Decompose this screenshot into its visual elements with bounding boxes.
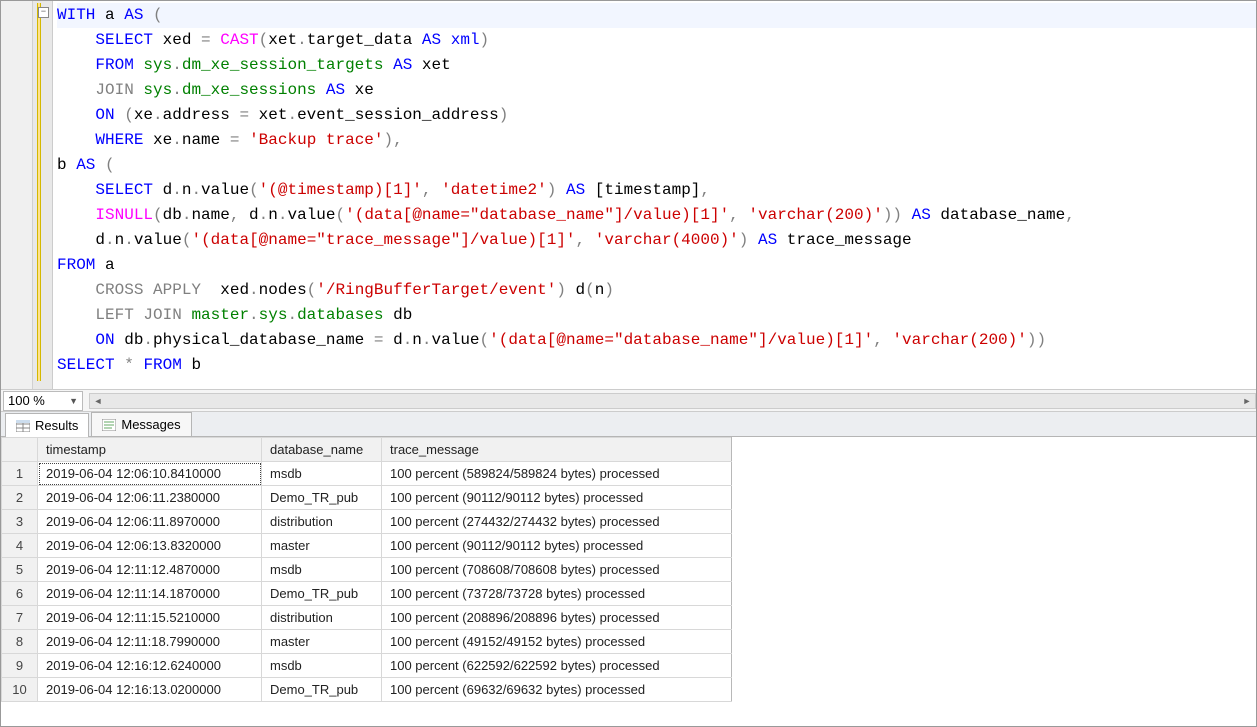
results-tabs: Results Messages: [1, 411, 1256, 437]
row-number[interactable]: 1: [2, 462, 38, 486]
execution-marker: [37, 3, 41, 381]
table-row[interactable]: 72019-06-04 12:11:15.5210000distribution…: [2, 606, 732, 630]
table-row[interactable]: 52019-06-04 12:11:12.4870000msdb100 perc…: [2, 558, 732, 582]
row-number[interactable]: 5: [2, 558, 38, 582]
row-number[interactable]: 2: [2, 486, 38, 510]
editor-gutter: −: [1, 1, 53, 389]
cell[interactable]: 100 percent (49152/49152 bytes) processe…: [382, 630, 732, 654]
tab-messages-label: Messages: [121, 417, 180, 432]
zoom-dropdown[interactable]: 100 % ▼: [3, 391, 83, 411]
horizontal-scrollbar[interactable]: ◄ ►: [89, 393, 1256, 409]
cell[interactable]: 100 percent (208896/208896 bytes) proces…: [382, 606, 732, 630]
cell[interactable]: 2019-06-04 12:06:13.8320000: [38, 534, 262, 558]
cell[interactable]: 100 percent (90112/90112 bytes) processe…: [382, 486, 732, 510]
cell[interactable]: 100 percent (274432/274432 bytes) proces…: [382, 510, 732, 534]
cell[interactable]: msdb: [262, 462, 382, 486]
cell[interactable]: Demo_TR_pub: [262, 678, 382, 702]
cell[interactable]: 100 percent (589824/589824 bytes) proces…: [382, 462, 732, 486]
grid-corner: [2, 438, 38, 462]
code-text[interactable]: WITH a AS ( SELECT xed = CAST(xet.target…: [53, 1, 1256, 389]
tab-results-label: Results: [35, 418, 78, 433]
results-grid[interactable]: timestampdatabase_nametrace_message 1201…: [1, 437, 1256, 726]
cell[interactable]: 2019-06-04 12:11:15.5210000: [38, 606, 262, 630]
chevron-down-icon: ▼: [69, 396, 78, 406]
zoom-bar: 100 % ▼ ◄ ►: [1, 389, 1256, 411]
cell[interactable]: 2019-06-04 12:06:11.2380000: [38, 486, 262, 510]
table-row[interactable]: 32019-06-04 12:06:11.8970000distribution…: [2, 510, 732, 534]
cell[interactable]: 2019-06-04 12:06:11.8970000: [38, 510, 262, 534]
cell[interactable]: 100 percent (622592/622592 bytes) proces…: [382, 654, 732, 678]
table-row[interactable]: 22019-06-04 12:06:11.2380000Demo_TR_pub1…: [2, 486, 732, 510]
row-number[interactable]: 4: [2, 534, 38, 558]
code-editor[interactable]: − WITH a AS ( SELECT xed = CAST(xet.targ…: [1, 1, 1256, 389]
cell[interactable]: 2019-06-04 12:16:12.6240000: [38, 654, 262, 678]
scroll-left-icon[interactable]: ◄: [90, 394, 106, 408]
row-number[interactable]: 9: [2, 654, 38, 678]
row-number[interactable]: 7: [2, 606, 38, 630]
cell[interactable]: distribution: [262, 510, 382, 534]
cell[interactable]: distribution: [262, 606, 382, 630]
cell[interactable]: Demo_TR_pub: [262, 582, 382, 606]
cell[interactable]: 2019-06-04 12:11:12.4870000: [38, 558, 262, 582]
zoom-value: 100 %: [8, 393, 45, 408]
column-header[interactable]: trace_message: [382, 438, 732, 462]
cell[interactable]: 100 percent (69632/69632 bytes) processe…: [382, 678, 732, 702]
fold-toggle-icon[interactable]: −: [38, 7, 49, 18]
table-row[interactable]: 102019-06-04 12:16:13.0200000Demo_TR_pub…: [2, 678, 732, 702]
table-row[interactable]: 92019-06-04 12:16:12.6240000msdb100 perc…: [2, 654, 732, 678]
messages-icon: [102, 419, 116, 431]
cell[interactable]: master: [262, 534, 382, 558]
cell[interactable]: msdb: [262, 654, 382, 678]
row-number[interactable]: 6: [2, 582, 38, 606]
table-row[interactable]: 82019-06-04 12:11:18.7990000master100 pe…: [2, 630, 732, 654]
grid-icon: [16, 420, 30, 432]
tab-results[interactable]: Results: [5, 413, 89, 437]
table-row[interactable]: 12019-06-04 12:06:10.8410000msdb100 perc…: [2, 462, 732, 486]
row-number[interactable]: 8: [2, 630, 38, 654]
cell[interactable]: 100 percent (73728/73728 bytes) processe…: [382, 582, 732, 606]
cell[interactable]: 2019-06-04 12:16:13.0200000: [38, 678, 262, 702]
cell[interactable]: 2019-06-04 12:11:14.1870000: [38, 582, 262, 606]
cell[interactable]: msdb: [262, 558, 382, 582]
cell[interactable]: 2019-06-04 12:06:10.8410000: [38, 462, 262, 486]
tab-messages[interactable]: Messages: [91, 412, 191, 436]
table-row[interactable]: 62019-06-04 12:11:14.1870000Demo_TR_pub1…: [2, 582, 732, 606]
cell[interactable]: Demo_TR_pub: [262, 486, 382, 510]
table-row[interactable]: 42019-06-04 12:06:13.8320000master100 pe…: [2, 534, 732, 558]
row-number[interactable]: 3: [2, 510, 38, 534]
row-number[interactable]: 10: [2, 678, 38, 702]
cell[interactable]: master: [262, 630, 382, 654]
cell[interactable]: 100 percent (708608/708608 bytes) proces…: [382, 558, 732, 582]
column-header[interactable]: timestamp: [38, 438, 262, 462]
cell[interactable]: 2019-06-04 12:11:18.7990000: [38, 630, 262, 654]
scroll-right-icon[interactable]: ►: [1239, 394, 1255, 408]
cell[interactable]: 100 percent (90112/90112 bytes) processe…: [382, 534, 732, 558]
column-header[interactable]: database_name: [262, 438, 382, 462]
